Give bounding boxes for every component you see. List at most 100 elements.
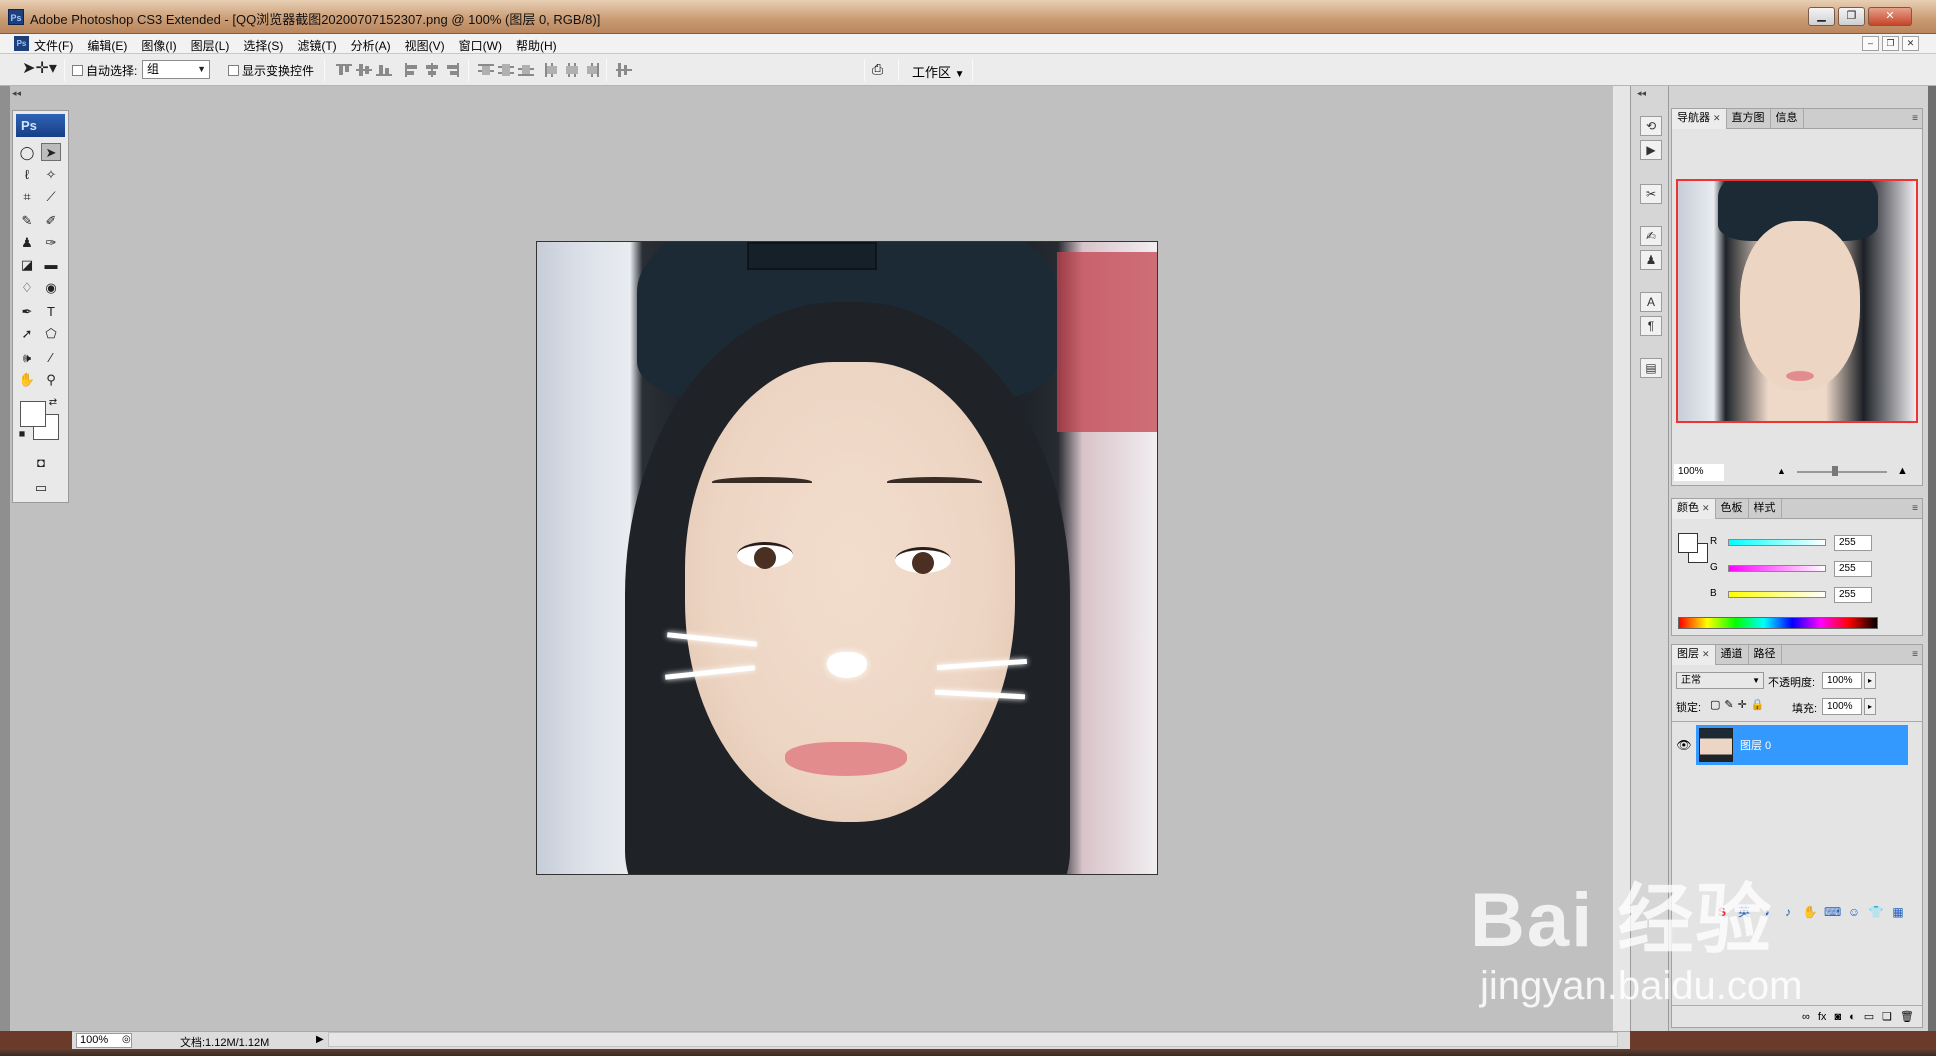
opacity-arrow-icon[interactable]: ▸ xyxy=(1864,672,1876,689)
new-group-icon[interactable]: ▭ xyxy=(1864,1010,1874,1023)
menu-help[interactable]: 帮助(H) xyxy=(516,37,557,54)
pen-tool-icon[interactable]: ✒ xyxy=(17,303,37,321)
brushes-panel-icon[interactable]: ✍ xyxy=(1640,226,1662,246)
navigator-zoom-field[interactable]: 100% xyxy=(1674,464,1724,481)
adjustment-layer-icon[interactable]: ◐ xyxy=(1849,1011,1856,1023)
zoom-in-icon[interactable]: ▲ xyxy=(1897,465,1908,477)
brush-tool-icon[interactable]: ✐ xyxy=(41,212,61,230)
menu-file[interactable]: 文件(F) xyxy=(34,37,73,54)
align-hcenter-icon[interactable] xyxy=(424,63,440,77)
collapse-toolbox-icon[interactable]: ◂◂ xyxy=(12,88,21,99)
g-value-field[interactable]: 255 xyxy=(1834,561,1872,577)
b-value-field[interactable]: 255 xyxy=(1834,587,1872,603)
eye-icon[interactable]: 👁 xyxy=(1676,737,1692,753)
distribute-bottom-icon[interactable] xyxy=(518,63,534,77)
g-slider[interactable] xyxy=(1728,565,1826,572)
hand-tool-icon[interactable]: ✋ xyxy=(17,371,37,389)
menu-select[interactable]: 选择(S) xyxy=(243,37,283,54)
distribute-hcenter-icon[interactable] xyxy=(564,63,580,77)
menu-image[interactable]: 图像(I) xyxy=(141,37,176,54)
actions-panel-icon[interactable]: ▶ xyxy=(1640,140,1662,160)
close-icon[interactable]: ✕ xyxy=(1713,113,1721,123)
new-layer-icon[interactable]: ❏ xyxy=(1882,1010,1892,1023)
panel-menu-icon[interactable]: ≡ xyxy=(1912,503,1918,514)
auto-select-dropdown[interactable]: 组 ▼ xyxy=(142,60,210,79)
history-brush-tool-icon[interactable]: ✑ xyxy=(41,234,61,252)
layer-comps-panel-icon[interactable]: ▤ xyxy=(1640,358,1662,378)
vertical-scrollbar[interactable] xyxy=(1612,86,1630,1031)
ime-mode-icon[interactable]: 英 xyxy=(1736,904,1752,920)
navigator-zoom-slider[interactable] xyxy=(1797,471,1887,473)
gradient-tool-icon[interactable]: ▬ xyxy=(41,256,61,274)
sogou-ime-icon[interactable]: S xyxy=(1714,904,1730,920)
tab-navigator[interactable]: 导航器 ✕ xyxy=(1672,109,1727,129)
document-canvas-photo[interactable] xyxy=(536,241,1158,875)
zoom-slider-handle[interactable] xyxy=(1832,466,1838,476)
zoom-tool-icon[interactable]: ⚲ xyxy=(41,371,61,389)
delete-layer-icon[interactable]: 🗑 xyxy=(1900,1010,1914,1023)
close-icon[interactable]: ✕ xyxy=(1702,503,1710,513)
ime-shirt-icon[interactable]: 👕 xyxy=(1868,904,1884,920)
default-colors-icon[interactable]: ◼ xyxy=(17,429,27,439)
menu-analysis[interactable]: 分析(A) xyxy=(351,37,391,54)
close-icon[interactable]: ✕ xyxy=(1702,649,1710,659)
shape-tool-icon[interactable]: ⬠ xyxy=(41,325,61,343)
tab-swatches[interactable]: 色板 xyxy=(1716,499,1749,519)
blur-tool-icon[interactable]: ♢ xyxy=(17,279,37,297)
navigator-thumbnail[interactable] xyxy=(1676,179,1918,423)
lock-icons[interactable]: ▢✎✛🔒 xyxy=(1710,698,1769,711)
menu-window[interactable]: 窗口(W) xyxy=(459,37,502,54)
b-slider[interactable] xyxy=(1728,591,1826,598)
tab-paths[interactable]: 路径 xyxy=(1749,645,1782,665)
menu-view[interactable]: 视图(V) xyxy=(405,37,445,54)
ime-keyboard-icon[interactable]: ⌨ xyxy=(1824,904,1841,920)
tool-presets-panel-icon[interactable]: ✂ xyxy=(1640,184,1662,204)
panel-menu-icon[interactable]: ≡ xyxy=(1912,649,1918,660)
tab-histogram[interactable]: 直方图 xyxy=(1727,109,1771,129)
ime-hand-icon[interactable]: ✋ xyxy=(1802,904,1818,920)
panel-menu-icon[interactable]: ≡ xyxy=(1912,113,1918,124)
tab-info[interactable]: 信息 xyxy=(1771,109,1804,129)
ime-voice-icon[interactable]: ♪ xyxy=(1780,904,1796,920)
distribute-top-icon[interactable] xyxy=(478,63,494,77)
color-fg-swatch[interactable] xyxy=(1678,533,1698,553)
distribute-vcenter-icon[interactable] xyxy=(498,63,514,77)
status-info-icon[interactable]: ◎ xyxy=(122,1034,136,1048)
character-panel-icon[interactable]: A xyxy=(1640,292,1662,312)
notes-tool-icon[interactable]: 🕪 xyxy=(17,349,37,367)
status-menu-arrow-icon[interactable]: ▶ xyxy=(316,1034,324,1045)
r-value-field[interactable]: 255 xyxy=(1834,535,1872,551)
doc-restore-button[interactable]: ❐ xyxy=(1882,36,1899,51)
menu-filter[interactable]: 滤镜(T) xyxy=(297,37,336,54)
minimize-button[interactable]: ▁ xyxy=(1808,7,1835,26)
tab-color[interactable]: 颜色 ✕ xyxy=(1672,499,1716,519)
clone-stamp-tool-icon[interactable]: ♟ xyxy=(17,234,37,252)
healing-brush-tool-icon[interactable]: ✎ xyxy=(17,212,37,230)
quick-mask-icon[interactable]: ◘ xyxy=(31,454,51,472)
lasso-tool-icon[interactable]: ℓ xyxy=(17,166,37,184)
dodge-tool-icon[interactable]: ◉ xyxy=(41,279,61,297)
maximize-button[interactable]: ❐ xyxy=(1838,7,1865,26)
auto-align-layers-icon[interactable] xyxy=(616,63,632,77)
auto-select-checkbox[interactable] xyxy=(72,65,83,76)
layer-mask-icon[interactable]: ◙ xyxy=(1834,1011,1841,1023)
opacity-field[interactable]: 100% xyxy=(1822,672,1862,689)
link-layers-icon[interactable]: ∞ xyxy=(1802,1011,1810,1023)
horizontal-scrollbar[interactable] xyxy=(328,1032,1618,1047)
screen-mode-icon[interactable]: ▭ xyxy=(31,479,51,497)
align-right-icon[interactable] xyxy=(444,63,460,77)
ime-user-icon[interactable]: ☺ xyxy=(1846,904,1862,920)
doc-close-button[interactable]: ✕ xyxy=(1902,36,1919,51)
blend-mode-dropdown[interactable]: 正常 ▼ xyxy=(1676,672,1764,689)
ime-punct-icon[interactable]: ◑ xyxy=(1758,904,1774,920)
menu-edit[interactable]: 编辑(E) xyxy=(87,37,127,54)
menu-layer[interactable]: 图层(L) xyxy=(191,37,230,54)
fill-arrow-icon[interactable]: ▸ xyxy=(1864,698,1876,715)
align-vcenter-icon[interactable] xyxy=(356,63,372,77)
distribute-left-icon[interactable] xyxy=(544,63,560,77)
eyedropper-tool-icon[interactable]: ⁄ xyxy=(41,349,61,367)
document-icon[interactable]: Ps xyxy=(14,36,29,51)
bridge-icon[interactable]: ⎙ xyxy=(872,61,894,79)
distribute-right-icon[interactable] xyxy=(584,63,600,77)
slice-tool-icon[interactable]: ⟋ xyxy=(41,188,61,206)
